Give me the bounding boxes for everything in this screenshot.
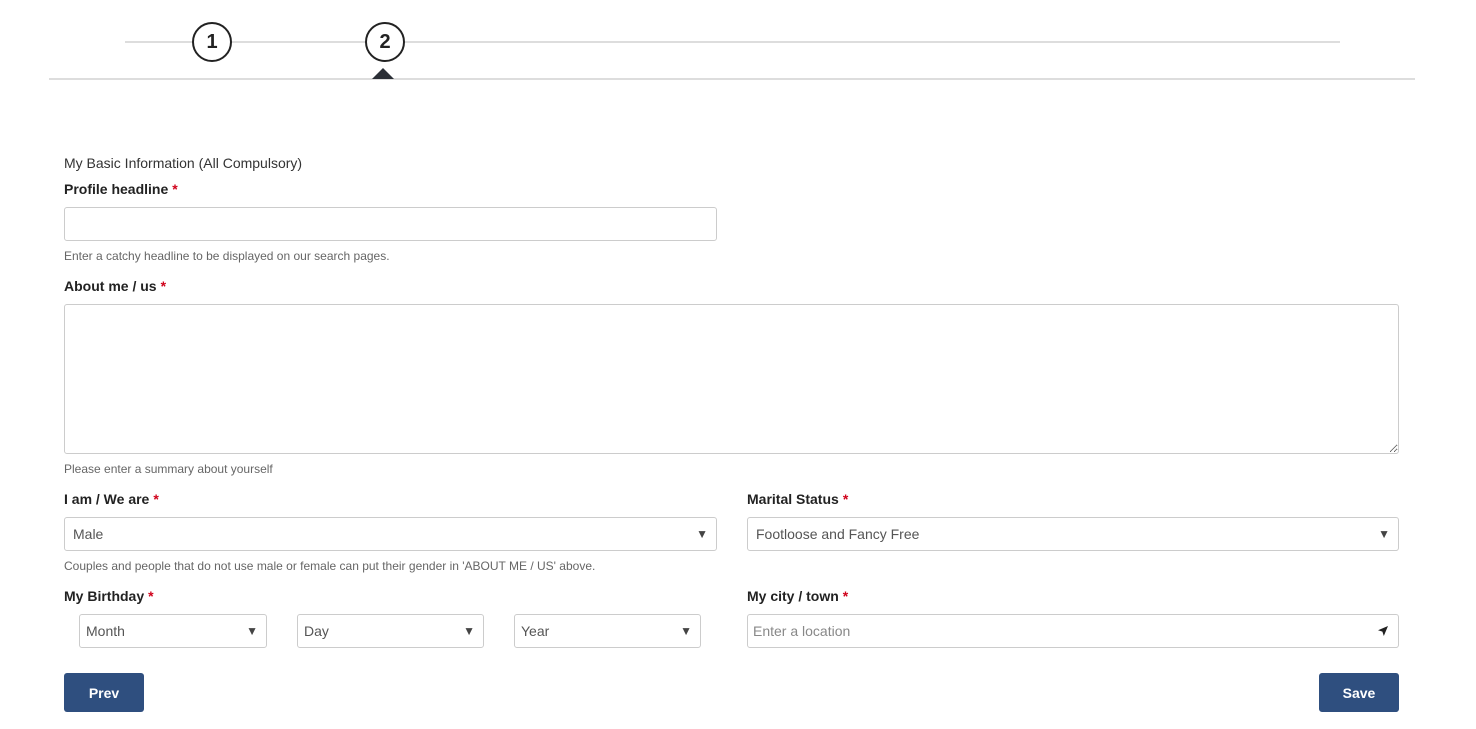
birth-day-value: Day xyxy=(304,623,329,639)
marital-select[interactable]: Footloose and Fancy Free ▼ xyxy=(747,517,1399,551)
save-button[interactable]: Save xyxy=(1319,673,1399,712)
step-1-button[interactable]: 1 xyxy=(192,22,232,62)
required-mark: * xyxy=(172,181,178,197)
chevron-down-icon: ▼ xyxy=(246,624,258,638)
city-label-text: My city / town xyxy=(747,588,839,604)
about-textarea[interactable] xyxy=(64,304,1399,454)
marital-select-value: Footloose and Fancy Free xyxy=(756,526,920,542)
birth-year-value: Year xyxy=(521,623,550,639)
city-field xyxy=(747,614,1399,648)
headline-input[interactable] xyxy=(64,207,717,241)
birthday-label: My Birthday * xyxy=(64,588,154,604)
birth-year-select[interactable]: Year ▼ xyxy=(514,614,701,648)
about-help: Please enter a summary about yourself xyxy=(64,462,273,476)
chevron-down-icon: ▼ xyxy=(1378,527,1390,541)
gender-label-text: I am / We are xyxy=(64,491,150,507)
chevron-down-icon: ▼ xyxy=(680,624,692,638)
required-mark: * xyxy=(153,491,159,507)
stepper-divider xyxy=(49,78,1415,80)
gender-select-value: Male xyxy=(73,526,104,542)
about-label-text: About me / us xyxy=(64,278,157,294)
gender-help: Couples and people that do not use male … xyxy=(64,559,596,573)
location-arrow-icon[interactable] xyxy=(1368,625,1398,637)
required-mark: * xyxy=(160,278,167,294)
marital-label: Marital Status * xyxy=(747,491,848,507)
birthday-label-text: My Birthday xyxy=(64,588,145,604)
required-mark: * xyxy=(148,588,154,604)
prev-button[interactable]: Prev xyxy=(64,673,144,712)
required-mark: * xyxy=(842,588,849,604)
city-label: My city / town * xyxy=(747,588,848,604)
chevron-down-icon: ▼ xyxy=(696,527,708,541)
birth-month-select[interactable]: Month ▼ xyxy=(79,614,267,648)
active-step-indicator xyxy=(372,68,394,79)
gender-label: I am / We are * xyxy=(64,491,159,507)
headline-label-text: Profile headline xyxy=(64,181,169,197)
gender-select[interactable]: Male ▼ xyxy=(64,517,717,551)
city-input[interactable] xyxy=(748,615,1368,647)
marital-label-text: Marital Status xyxy=(747,491,839,507)
birth-day-select[interactable]: Day ▼ xyxy=(297,614,484,648)
stepper-track xyxy=(125,41,1340,43)
chevron-down-icon: ▼ xyxy=(463,624,475,638)
headline-help: Enter a catchy headline to be displayed … xyxy=(64,249,390,263)
about-label: About me / us * xyxy=(64,278,166,294)
step-2-button[interactable]: 2 xyxy=(365,22,405,62)
birth-month-value: Month xyxy=(86,623,125,639)
section-title: My Basic Information (All Compulsory) xyxy=(64,155,303,171)
headline-label: Profile headline * xyxy=(64,181,178,197)
required-mark: * xyxy=(842,491,849,507)
